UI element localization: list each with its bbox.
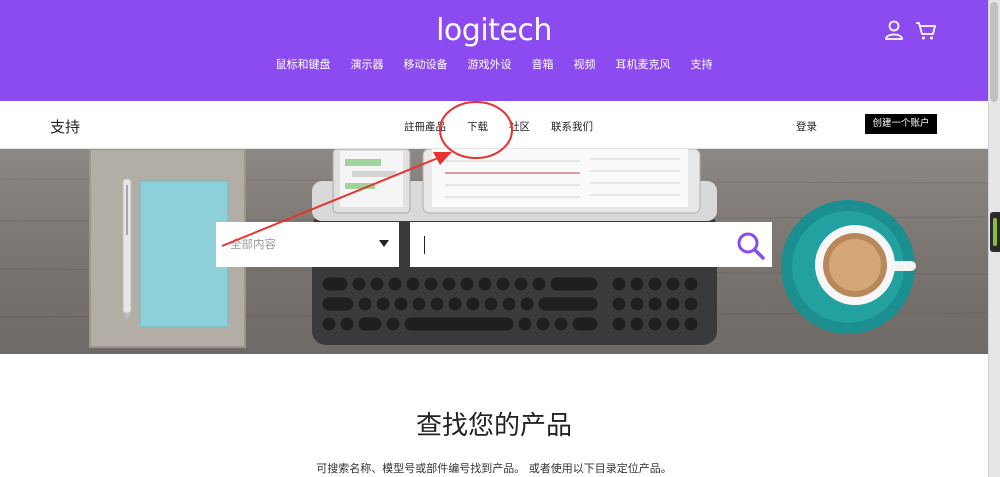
top-header: logitech 鼠标和键盘 演示器 移动设备 游戏外设 音箱 视频 耳机麦克风…: [0, 0, 988, 101]
nav-item-mobile[interactable]: 移动设备: [404, 56, 448, 72]
nav-item-mice-keyboards[interactable]: 鼠标和键盘: [276, 56, 331, 72]
main-nav: 鼠标和键盘 演示器 移动设备 游戏外设 音箱 视频 耳机麦克风 支持: [0, 56, 988, 72]
support-nav: 註冊產品 下载 社区 联系我们: [404, 119, 593, 134]
category-select[interactable]: 全部内容: [216, 222, 399, 267]
login-link[interactable]: 登录: [796, 119, 817, 134]
scrollbar-thumb[interactable]: [990, 2, 998, 102]
tab-community[interactable]: 社区: [509, 119, 530, 134]
nav-item-gaming[interactable]: 游戏外设: [468, 56, 512, 72]
hero-banner: 全部内容: [0, 149, 988, 354]
nav-item-presenters[interactable]: 演示器: [351, 56, 384, 72]
user-icon[interactable]: [883, 19, 905, 41]
category-select-value: 全部内容: [230, 237, 276, 251]
create-account-button[interactable]: 创建一个账户: [865, 114, 937, 134]
caret-down-icon: [379, 240, 389, 247]
tab-downloads[interactable]: 下载: [467, 119, 488, 134]
logitech-logo[interactable]: logitech: [0, 13, 988, 48]
nav-item-headsets[interactable]: 耳机麦克风: [616, 56, 671, 72]
nav-item-support[interactable]: 支持: [691, 56, 713, 72]
text-cursor: [424, 236, 425, 254]
search-icon[interactable]: [736, 231, 766, 261]
side-feedback-widget[interactable]: [990, 212, 1000, 252]
find-product-heading: 查找您的产品: [415, 411, 572, 441]
search-input[interactable]: [410, 222, 772, 267]
support-subbar: 支持 註冊產品 下载 社区 联系我们 登录 创建一个账户: [0, 101, 988, 149]
cart-icon[interactable]: [915, 19, 937, 41]
nav-item-speakers[interactable]: 音箱: [532, 56, 554, 72]
tab-contact-us[interactable]: 联系我们: [551, 119, 593, 134]
nav-item-video[interactable]: 视频: [574, 56, 596, 72]
find-product-description: 可搜索名称、模型号或部件编号找到产品。 或者使用以下目录定位产品。: [316, 462, 672, 475]
page-title: 支持: [50, 118, 81, 136]
tab-register-product[interactable]: 註冊產品: [404, 119, 446, 134]
